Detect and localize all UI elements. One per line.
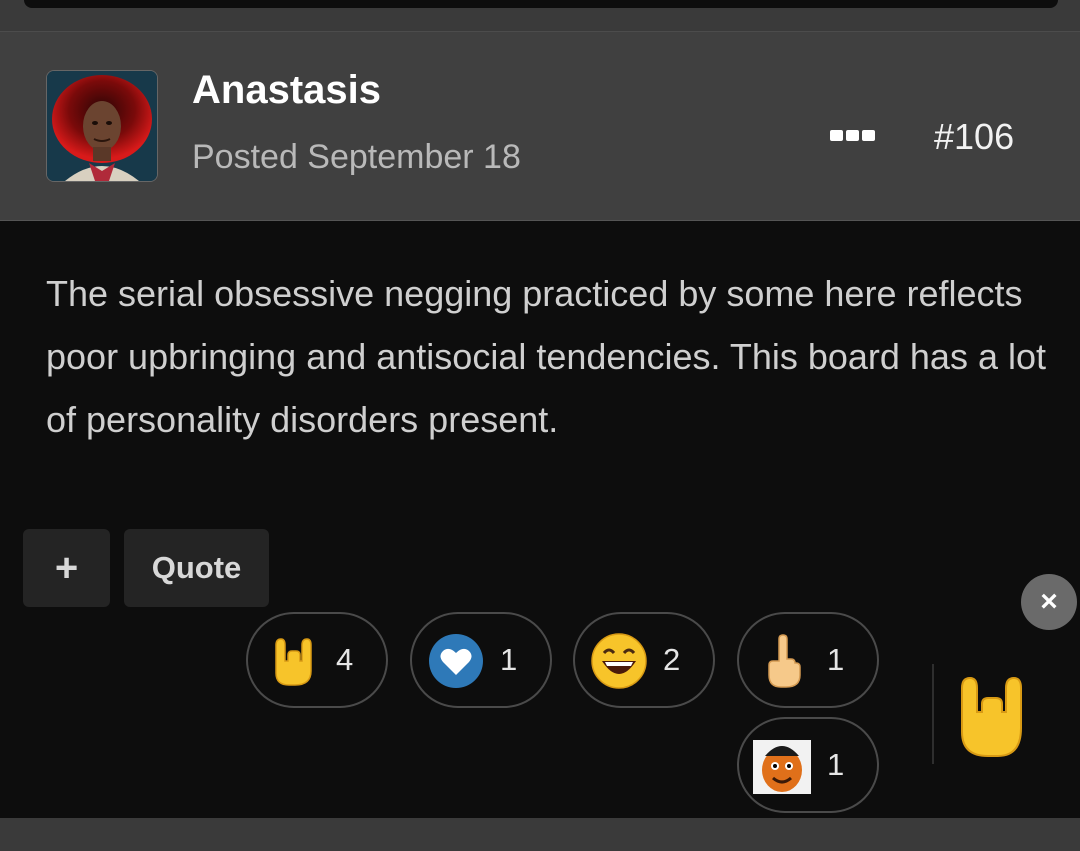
rock-on-hand-icon	[275, 638, 312, 686]
next-post-header-edge	[0, 818, 1080, 851]
reaction-like[interactable]: 1	[410, 612, 552, 708]
reaction-count: 4	[336, 642, 354, 677]
reaction-count: 1	[500, 642, 518, 677]
heart-icon	[429, 634, 483, 688]
more-options-icon[interactable]	[830, 125, 880, 145]
reaction-middle-finger[interactable]: 1	[737, 612, 879, 708]
reaction-haha[interactable]: 2	[573, 612, 715, 708]
laughing-face-icon	[591, 633, 647, 689]
reaction-rock-on[interactable]: 4	[246, 612, 388, 708]
multiquote-add-button[interactable]: +	[23, 529, 110, 607]
react-button-rock-on-icon[interactable]	[952, 670, 1034, 760]
reaction-count: 2	[663, 642, 681, 677]
gritty-mascot-icon	[753, 740, 811, 794]
post-date: Posted September 18	[192, 138, 521, 176]
post-header: Anastasis Posted September 18 #106	[0, 31, 1080, 221]
middle-finger-icon	[768, 634, 801, 688]
reaction-count: 1	[827, 642, 845, 677]
reaction-gritty[interactable]: 1	[737, 717, 879, 813]
avatar[interactable]	[46, 70, 158, 182]
post-content: The serial obsessive negging practiced b…	[46, 273, 1047, 440]
quote-button[interactable]: Quote	[124, 529, 269, 607]
reaction-divider	[932, 664, 934, 764]
top-bar	[0, 0, 1080, 31]
reaction-count: 1	[827, 747, 845, 782]
close-icon[interactable]: ×	[1021, 574, 1077, 630]
author-name[interactable]: Anastasis	[192, 68, 381, 113]
post-number-link[interactable]: #106	[934, 116, 1014, 158]
previous-post-edge	[24, 0, 1058, 8]
